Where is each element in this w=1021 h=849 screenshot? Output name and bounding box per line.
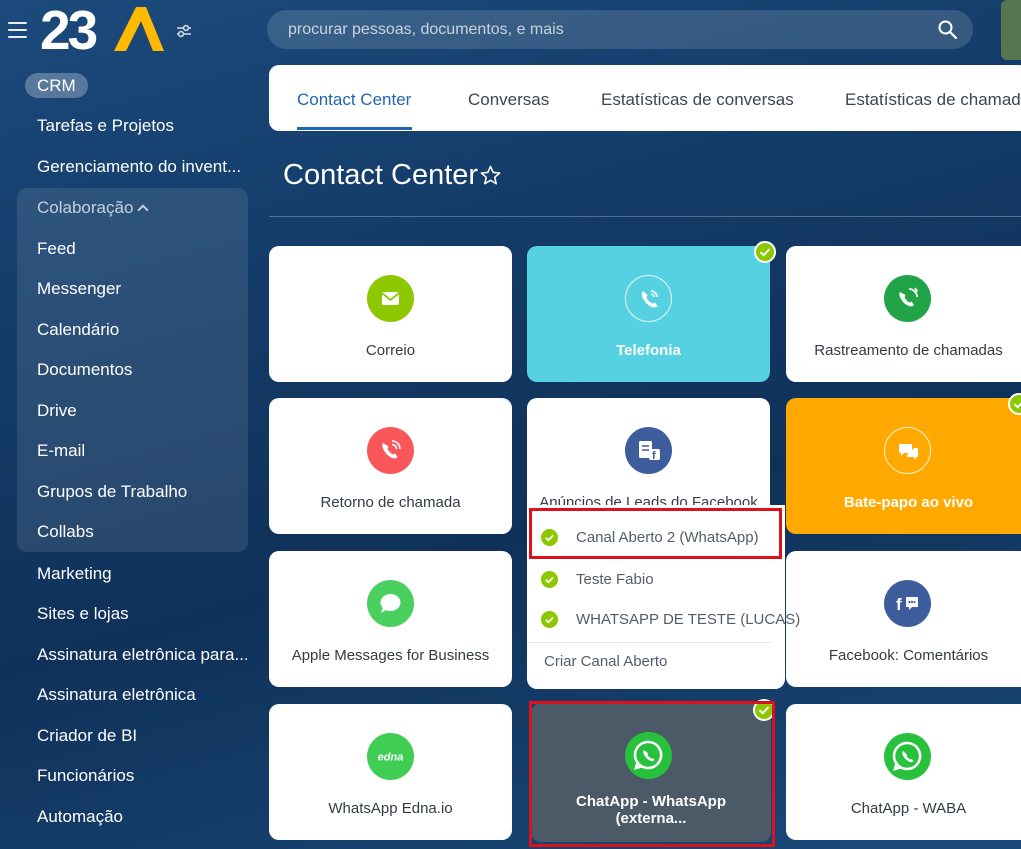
global-search bbox=[267, 10, 973, 49]
sidebar-item-messenger[interactable]: Messenger bbox=[37, 279, 247, 299]
page-title: Contact Center bbox=[283, 159, 479, 191]
card-callback[interactable]: Retorno de chamada bbox=[269, 398, 512, 534]
card-label: Telefonia bbox=[616, 342, 681, 359]
chat-icon bbox=[884, 427, 931, 474]
card-whatsapp-edna[interactable]: edna WhatsApp Edna.io bbox=[269, 704, 512, 840]
menu-burger-icon[interactable] bbox=[8, 22, 27, 38]
connected-check-icon bbox=[754, 241, 776, 263]
card-apple-messages[interactable]: Apple Messages for Business bbox=[269, 551, 512, 687]
sidebar-item-feed[interactable]: Feed bbox=[37, 239, 247, 259]
sidebar-item-tasks[interactable]: Tarefas e Projetos bbox=[37, 116, 247, 136]
check-circle-icon bbox=[541, 611, 558, 628]
sidebar-item-calendar[interactable]: Calendário bbox=[37, 320, 247, 340]
facebook-comments-icon: f bbox=[884, 580, 931, 627]
dropdown-item-canal-aberto-2[interactable]: Canal Aberto 2 (WhatsApp) bbox=[527, 518, 785, 556]
whatsapp-icon bbox=[884, 733, 931, 780]
sidebar-item-sites[interactable]: Sites e lojas bbox=[37, 604, 247, 624]
sidebar-collab-header[interactable]: Colaboração bbox=[37, 198, 150, 218]
connected-check-icon bbox=[753, 699, 775, 721]
phone-icon bbox=[625, 275, 672, 322]
speech-bubble-icon bbox=[367, 580, 414, 627]
company-logo: 23 bbox=[40, 2, 164, 54]
svg-text:edna: edna bbox=[378, 752, 404, 764]
sidebar-item-employees[interactable]: Funcionários bbox=[37, 766, 247, 786]
sidebar-item-collabs[interactable]: Collabs bbox=[37, 522, 247, 542]
dropdown-divider bbox=[527, 642, 771, 643]
sidebar-item-crm[interactable]: CRM bbox=[25, 73, 88, 98]
open-channel-dropdown: Canal Aberto 2 (WhatsApp) Teste Fabio WH… bbox=[527, 505, 800, 689]
callback-icon bbox=[367, 427, 414, 474]
card-telephony[interactable]: Telefonia bbox=[527, 246, 770, 382]
search-icon[interactable] bbox=[938, 20, 957, 39]
chevron-up-icon bbox=[137, 204, 150, 216]
sidebar-item-esign[interactable]: Assinatura eletrônica bbox=[37, 685, 247, 705]
facebook-leads-icon: f bbox=[625, 427, 672, 474]
card-call-tracking[interactable]: Rastreamento de chamadas bbox=[786, 246, 1021, 382]
sidebar-collab-label: Colaboração bbox=[37, 198, 134, 217]
card-label: Facebook: Comentários bbox=[828, 647, 989, 664]
check-circle-icon bbox=[541, 571, 558, 588]
card-chatapp-waba[interactable]: ChatApp - WABA bbox=[786, 704, 1021, 840]
title-divider bbox=[269, 216, 1021, 217]
edna-icon: edna bbox=[367, 733, 414, 780]
card-label: Correio bbox=[365, 342, 416, 359]
search-input[interactable] bbox=[267, 10, 973, 49]
card-label: ChatApp - WABA bbox=[850, 800, 967, 817]
card-label: Apple Messages for Business bbox=[291, 647, 490, 664]
sidebar-item-drive[interactable]: Drive bbox=[37, 401, 247, 421]
card-label: Rastreamento de chamadas bbox=[814, 342, 1003, 359]
card-label: WhatsApp Edna.io bbox=[328, 800, 453, 817]
check-circle-icon bbox=[541, 529, 558, 546]
dropdown-item-teste-fabio[interactable]: Teste Fabio bbox=[527, 560, 785, 598]
sidebar-item-automation[interactable]: Automação bbox=[37, 807, 247, 827]
settings-sliders-icon[interactable] bbox=[176, 24, 192, 38]
sidebar-item-workgroups[interactable]: Grupos de Trabalho bbox=[37, 482, 247, 502]
card-label: Retorno de chamada bbox=[320, 494, 461, 511]
card-facebook-leads[interactable]: f Anúncios de Leads do Facebook bbox=[527, 398, 770, 508]
tab-bar: Contact Center Conversas Estatísticas de… bbox=[269, 65, 1021, 131]
svg-text:f: f bbox=[896, 595, 902, 614]
sidebar-item-esign-hr[interactable]: Assinatura eletrônica para... bbox=[37, 645, 247, 665]
whatsapp-icon bbox=[625, 732, 672, 779]
star-icon[interactable] bbox=[479, 164, 502, 187]
card-label: ChatApp - WhatsApp (externa... bbox=[576, 793, 726, 827]
card-mail[interactable]: Correio bbox=[269, 246, 512, 382]
envelope-icon bbox=[367, 275, 414, 322]
tab-call-stats[interactable]: Estatísticas de chamada bbox=[845, 90, 1021, 110]
card-chatapp-whatsapp-external[interactable]: ChatApp - WhatsApp (externa... bbox=[531, 703, 771, 842]
tab-contact-center[interactable]: Contact Center bbox=[297, 90, 411, 110]
svg-text:f: f bbox=[652, 450, 656, 462]
connected-check-icon bbox=[1008, 393, 1021, 415]
call-tracking-icon bbox=[884, 275, 931, 322]
dropdown-item-label: Canal Aberto 2 (WhatsApp) bbox=[576, 529, 759, 546]
card-facebook-comments[interactable]: f Facebook: Comentários bbox=[786, 551, 1021, 687]
dropdown-item-label: Teste Fabio bbox=[576, 571, 654, 588]
card-label: Bate-papo ao vivo bbox=[843, 494, 974, 511]
card-live-chat[interactable]: Bate-papo ao vivo bbox=[786, 398, 1021, 534]
active-tab-underline bbox=[297, 127, 412, 130]
dropdown-item-whatsapp-teste[interactable]: WHATSAPP DE TESTE (LUCAS) bbox=[527, 600, 800, 638]
sidebar-item-bi[interactable]: Criador de BI bbox=[37, 726, 247, 746]
tab-conversation-stats[interactable]: Estatísticas de conversas bbox=[601, 90, 794, 110]
account-tile[interactable] bbox=[1001, 0, 1021, 60]
sidebar-item-inventory[interactable]: Gerenciamento do invent... bbox=[37, 157, 247, 177]
tab-conversations[interactable]: Conversas bbox=[468, 90, 549, 110]
sidebar-item-documents[interactable]: Documentos bbox=[37, 360, 247, 380]
sidebar-item-marketing[interactable]: Marketing bbox=[37, 564, 247, 584]
svg-text:23: 23 bbox=[40, 2, 97, 54]
sidebar-item-email[interactable]: E-mail bbox=[37, 441, 247, 461]
create-open-channel-link[interactable]: Criar Canal Aberto bbox=[544, 653, 667, 670]
dropdown-item-label: WHATSAPP DE TESTE (LUCAS) bbox=[576, 611, 801, 628]
